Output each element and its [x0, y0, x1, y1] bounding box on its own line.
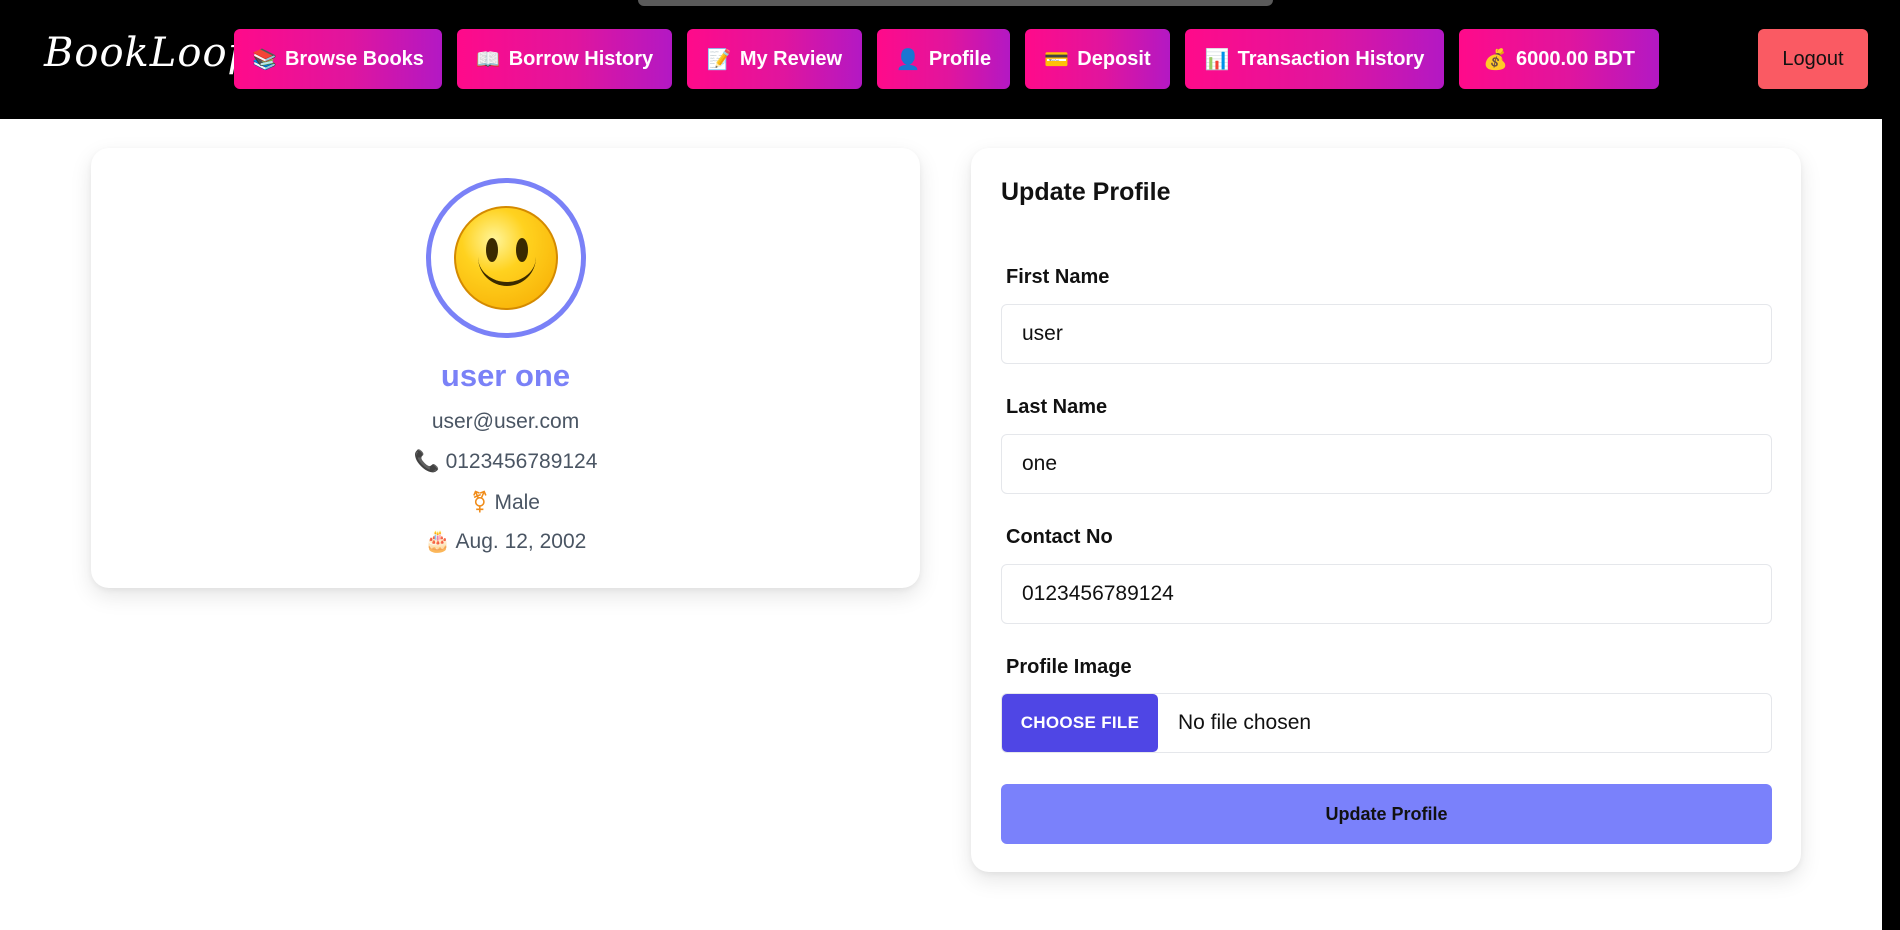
open-book-icon: 📖 — [475, 48, 501, 71]
nav-label: Deposit — [1077, 47, 1151, 70]
logo[interactable]: BookLoop — [44, 30, 254, 76]
right-edge-strip — [1882, 119, 1900, 930]
profile-phone: 📞 0123456789124 — [91, 450, 920, 474]
update-profile-button[interactable]: Update Profile — [1001, 784, 1772, 844]
bar-chart-icon: 📊 — [1204, 48, 1230, 71]
choose-file-button[interactable]: CHOOSE FILE — [1002, 694, 1158, 752]
contact-input[interactable] — [1001, 564, 1772, 624]
profile-email: user@user.com — [431, 410, 580, 433]
profile-card: user one user@user.com 📞 0123456789124 ⚧… — [91, 148, 920, 588]
last-name-input[interactable] — [1001, 434, 1772, 494]
profile-dob-value: Aug. 12, 2002 — [455, 530, 587, 553]
nav-deposit-button[interactable]: 💳 Deposit — [1025, 29, 1170, 89]
update-profile-card: Update Profile First Name Last Name Cont… — [971, 148, 1801, 872]
profile-phone-value: 0123456789124 — [445, 450, 598, 473]
profile-gender-value: Male — [494, 491, 540, 514]
nav-browse-books-button[interactable]: 📚 Browse Books — [234, 29, 442, 89]
profile-image-file-input[interactable]: CHOOSE FILE No file chosen — [1001, 693, 1772, 753]
file-status-text: No file chosen — [1178, 711, 1312, 734]
scroll-indicator — [638, 0, 1273, 6]
logout-button[interactable]: Logout — [1758, 29, 1868, 89]
last-name-label: Last Name — [1006, 396, 1108, 418]
nav-transaction-history-button[interactable]: 📊 Transaction History — [1185, 29, 1444, 89]
gender-icon: ⚧ — [471, 491, 489, 514]
form-title: Update Profile — [1001, 178, 1171, 206]
navbar: BookLoop 📚 Browse Books 📖 Borrow History… — [0, 0, 1900, 119]
nav-label: Borrow History — [508, 47, 654, 70]
nav-label: 6000.00 BDT — [1515, 47, 1635, 70]
birthday-cake-icon: 🎂 — [424, 530, 451, 553]
profile-gender: ⚧ Male — [91, 490, 920, 515]
first-name-label: First Name — [1006, 266, 1110, 288]
nav-label: Browse Books — [284, 47, 424, 70]
books-icon: 📚 — [252, 48, 277, 71]
nav-label: Transaction History — [1237, 47, 1425, 70]
avatar — [426, 178, 586, 338]
memo-icon: 📝 — [706, 48, 732, 71]
nav-borrow-history-button[interactable]: 📖 Borrow History — [457, 29, 672, 89]
smiley-mouth — [478, 256, 536, 286]
first-name-input[interactable] — [1001, 304, 1772, 364]
contact-label: Contact No — [1006, 526, 1113, 548]
nav-label: My Review — [739, 47, 843, 70]
phone-icon: 📞 — [413, 450, 440, 473]
profile-image-label: Profile Image — [1006, 656, 1132, 678]
nav-label: Profile — [928, 47, 992, 70]
nav-profile-button[interactable]: 👤 Profile — [877, 29, 1010, 89]
smiley-face-icon — [454, 206, 558, 310]
nav-my-review-button[interactable]: 📝 My Review — [687, 29, 862, 89]
credit-card-icon: 💳 — [1044, 48, 1070, 71]
profile-name: user one — [440, 358, 571, 393]
money-bag-icon: 💰 — [1483, 48, 1508, 71]
profile-dob: 🎂 Aug. 12, 2002 — [91, 530, 920, 554]
nav-balance-button[interactable]: 💰 6000.00 BDT — [1459, 29, 1659, 89]
user-icon: 👤 — [895, 48, 921, 71]
